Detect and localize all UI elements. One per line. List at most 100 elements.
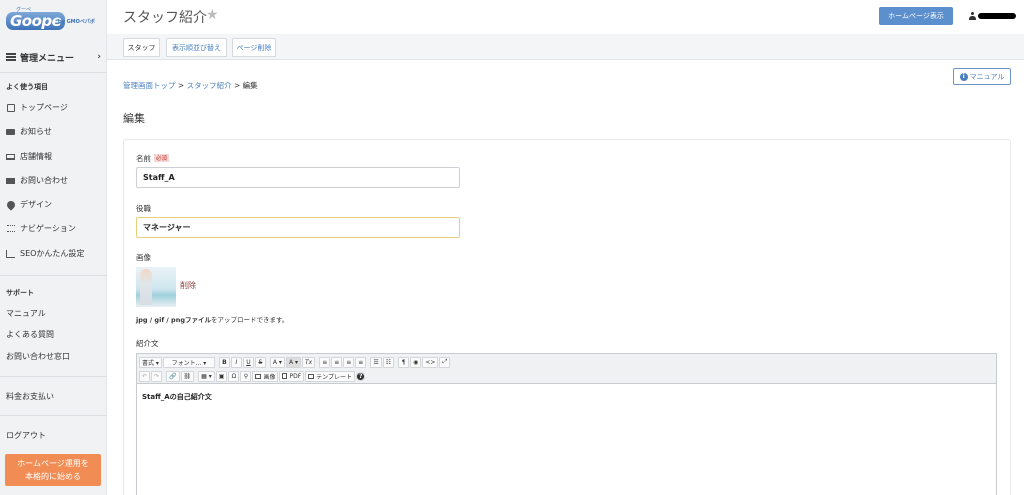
align-right-button[interactable]: ≡	[343, 356, 355, 368]
template-button[interactable]: テンプレート	[305, 370, 355, 382]
admin-menu-label: 管理メニュー	[20, 53, 75, 64]
rich-text-editor: 書式 ▾ フォント... ▾ B I U S A ▾ A ▾ Tx ≡ ≡ ≡ …	[136, 353, 997, 495]
view-homepage-button[interactable]: ホームページ表示	[879, 7, 953, 25]
goope-logo[interactable]: グーペ Goope by GMOペパボ	[6, 6, 100, 32]
upgrade-promo-button[interactable]: ホームページ運用を 本格的に始める	[5, 454, 101, 486]
tab-staff[interactable]: スタッフ	[123, 38, 160, 57]
divider	[0, 72, 107, 73]
delete-image-link[interactable]: 削除	[180, 280, 196, 291]
help-icon[interactable]: ?	[355, 371, 366, 381]
sidebar-item-faq[interactable]: よくある質問	[6, 329, 54, 340]
divider	[0, 376, 107, 377]
frequent-section-label: よく使う項目	[6, 83, 48, 91]
breadcrumb-section-link[interactable]: スタッフ紹介	[187, 81, 232, 90]
undo-button[interactable]: ↶	[139, 370, 151, 382]
sidebar-item-shop-info[interactable]: 店舗情報	[6, 151, 52, 162]
sidebar-item-inquiry[interactable]: お問い合わせ窓口	[6, 351, 70, 362]
sidebar-item-billing[interactable]: 料金お支払い	[6, 391, 54, 402]
justify-button[interactable]: ≡	[355, 356, 367, 368]
message-icon	[6, 128, 15, 136]
format-dropdown[interactable]: 書式 ▾	[139, 356, 162, 368]
text-color-button[interactable]: A ▾	[269, 356, 285, 368]
italic-button[interactable]: I	[230, 356, 242, 368]
admin-menu-toggle[interactable]: 管理メニュー ›	[0, 46, 107, 68]
sidebar-item-top-page[interactable]: トップページ	[6, 102, 68, 113]
list-icon	[6, 225, 15, 233]
sidebar: グーペ Goope by GMOペパボ 管理メニュー › よく使う項目 トップペ…	[0, 0, 107, 495]
sidebar-item-label: トップページ	[20, 103, 68, 112]
staff-image-thumbnail[interactable]	[136, 267, 176, 307]
breadcrumb-separator: >	[233, 81, 241, 90]
required-badge: 必須	[154, 154, 170, 162]
sidebar-item-design[interactable]: デザイン	[4, 198, 52, 211]
insert-pdf-label: PDF	[289, 372, 302, 380]
align-center-button[interactable]: ≡	[331, 356, 343, 368]
paragraph-button[interactable]: ¶	[398, 356, 410, 368]
insert-image-button[interactable]: 画像	[252, 370, 279, 382]
insert-pdf-button[interactable]: PDF	[279, 370, 305, 382]
find-button[interactable]: ⚲	[240, 370, 252, 382]
chevron-right-icon: ›	[97, 52, 101, 62]
strikethrough-button[interactable]: S	[254, 356, 266, 368]
redo-button[interactable]: ↷	[151, 370, 163, 382]
role-label: 役職	[136, 204, 151, 213]
special-char-button[interactable]: Ω	[228, 370, 240, 382]
name-input[interactable]	[136, 167, 460, 188]
tab-delete-page[interactable]: ページ削除	[232, 38, 276, 57]
media-button[interactable]: ▣	[215, 370, 228, 382]
divider	[0, 415, 107, 416]
sidebar-item-news[interactable]: お知らせ	[6, 126, 52, 137]
bullet-list-button[interactable]: ☰	[370, 356, 382, 368]
unlink-button[interactable]: ⛓	[180, 370, 195, 382]
promo-line-1: ホームページ運用を	[17, 459, 89, 468]
sidebar-item-contact[interactable]: お問い合わせ	[6, 175, 68, 186]
font-dropdown[interactable]: フォント... ▾	[162, 356, 215, 368]
promo-line-2: 本格的に始める	[25, 472, 81, 481]
numbered-list-button[interactable]: ☷	[382, 356, 395, 368]
divider	[0, 275, 107, 276]
source-button[interactable]: <>	[422, 356, 439, 368]
logo-main: Goope	[6, 12, 66, 30]
logo-sub: by GMOペパボ	[58, 19, 95, 25]
sidebar-item-seo[interactable]: SEOかんたん設定	[6, 248, 84, 259]
editor-toolbar: 書式 ▾ フォント... ▾ B I U S A ▾ A ▾ Tx ≡ ≡ ≡ …	[137, 354, 996, 384]
align-left-button[interactable]: ≡	[319, 356, 331, 368]
upload-hint-text: をアップロードできます。	[210, 316, 289, 324]
name-label: 名前 必須	[136, 153, 170, 164]
page-title: スタッフ紹介	[123, 10, 207, 26]
tab-reorder[interactable]: 表示順並び替え	[166, 38, 227, 57]
computer-icon	[6, 153, 15, 161]
user-name-redacted[interactable]	[978, 13, 1016, 19]
file-icon	[282, 373, 288, 379]
background-color-button[interactable]: A ▾	[285, 356, 301, 368]
role-input[interactable]	[136, 217, 460, 238]
clear-format-button[interactable]: Tx	[301, 356, 316, 368]
breadcrumb-separator: >	[177, 81, 185, 90]
info-icon: i	[959, 72, 968, 81]
underline-button[interactable]: U	[242, 356, 254, 368]
sidebar-item-manual[interactable]: マニュアル	[6, 308, 46, 319]
sidebar-item-label: お問い合わせ	[20, 176, 68, 185]
manual-button[interactable]: i マニュアル	[953, 68, 1011, 85]
preview-button[interactable]: ◉	[410, 356, 422, 368]
user-icon	[969, 12, 976, 20]
sidebar-item-navigation[interactable]: ナビゲーション	[6, 223, 76, 234]
bold-button[interactable]: B	[218, 356, 230, 368]
link-button[interactable]: 🔗	[166, 370, 180, 382]
template-icon	[308, 373, 315, 379]
sidebar-item-label: お知らせ	[20, 127, 52, 136]
breadcrumb-current: 編集	[242, 81, 258, 90]
table-button[interactable]: ▦ ▾	[198, 370, 215, 382]
breadcrumb-home-link[interactable]: 管理画面トップ	[123, 81, 176, 90]
logout-link[interactable]: ログアウト	[6, 430, 46, 441]
support-section-label: サポート	[6, 289, 34, 297]
mail-icon	[6, 177, 15, 185]
image-label: 画像	[136, 253, 151, 262]
palette-icon	[4, 198, 17, 211]
editor-content[interactable]: Staff_Aの自己紹介文	[142, 392, 212, 402]
fullscreen-button[interactable]: ⤢	[439, 356, 451, 368]
favorite-star-icon[interactable]: ★	[206, 7, 219, 23]
image-icon	[255, 373, 262, 379]
upload-hint: jpg / gif / pngファイルをアップロードできます。	[136, 314, 288, 324]
insert-image-label: 画像	[263, 373, 276, 381]
